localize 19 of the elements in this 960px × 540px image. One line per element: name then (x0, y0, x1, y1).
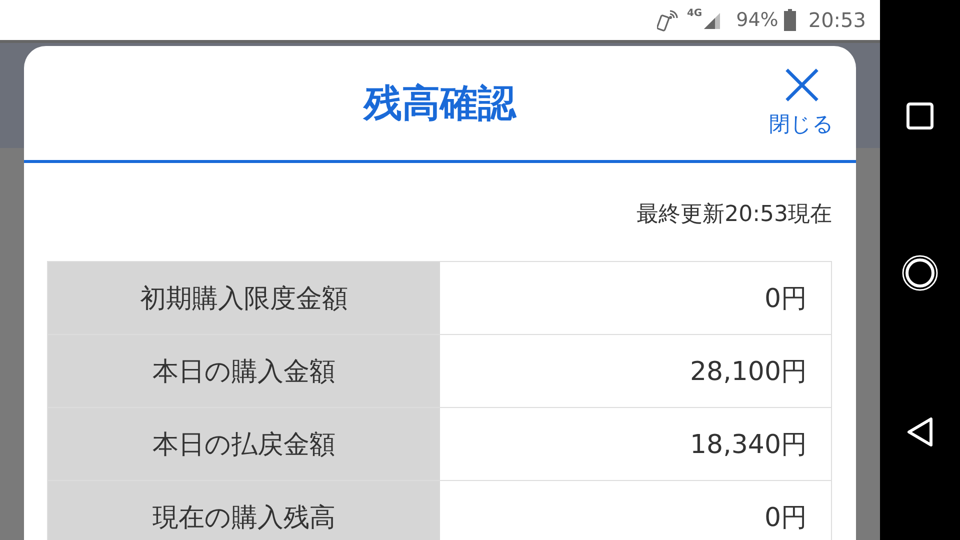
network-type: 4G (686, 8, 702, 19)
amount-value: 28,100円 (440, 335, 832, 408)
row-label: 現在の購入残高 (47, 481, 440, 540)
battery-icon (784, 9, 796, 31)
row-label: 初期購入限度金額 (47, 262, 440, 335)
amount-value: 0円 (440, 262, 832, 335)
back-icon[interactable] (906, 416, 934, 448)
row-label: 本日の購入金額 (47, 335, 440, 408)
clock-time: 20:53 (808, 8, 866, 32)
recents-icon[interactable] (906, 102, 934, 130)
battery-percent: 94% (736, 9, 778, 31)
row-label: 本日の払戻金額 (47, 408, 440, 481)
amount-value: 0円 (440, 481, 832, 540)
last-updated-text: 最終更新20:53現在 (636, 201, 833, 229)
dialog-title: 残高確認 (364, 80, 516, 126)
close-button[interactable]: 閉じる (769, 66, 834, 138)
amount-value: 18,340円 (440, 408, 832, 481)
phone-signal-icon (656, 8, 681, 32)
home-icon[interactable] (901, 254, 939, 292)
